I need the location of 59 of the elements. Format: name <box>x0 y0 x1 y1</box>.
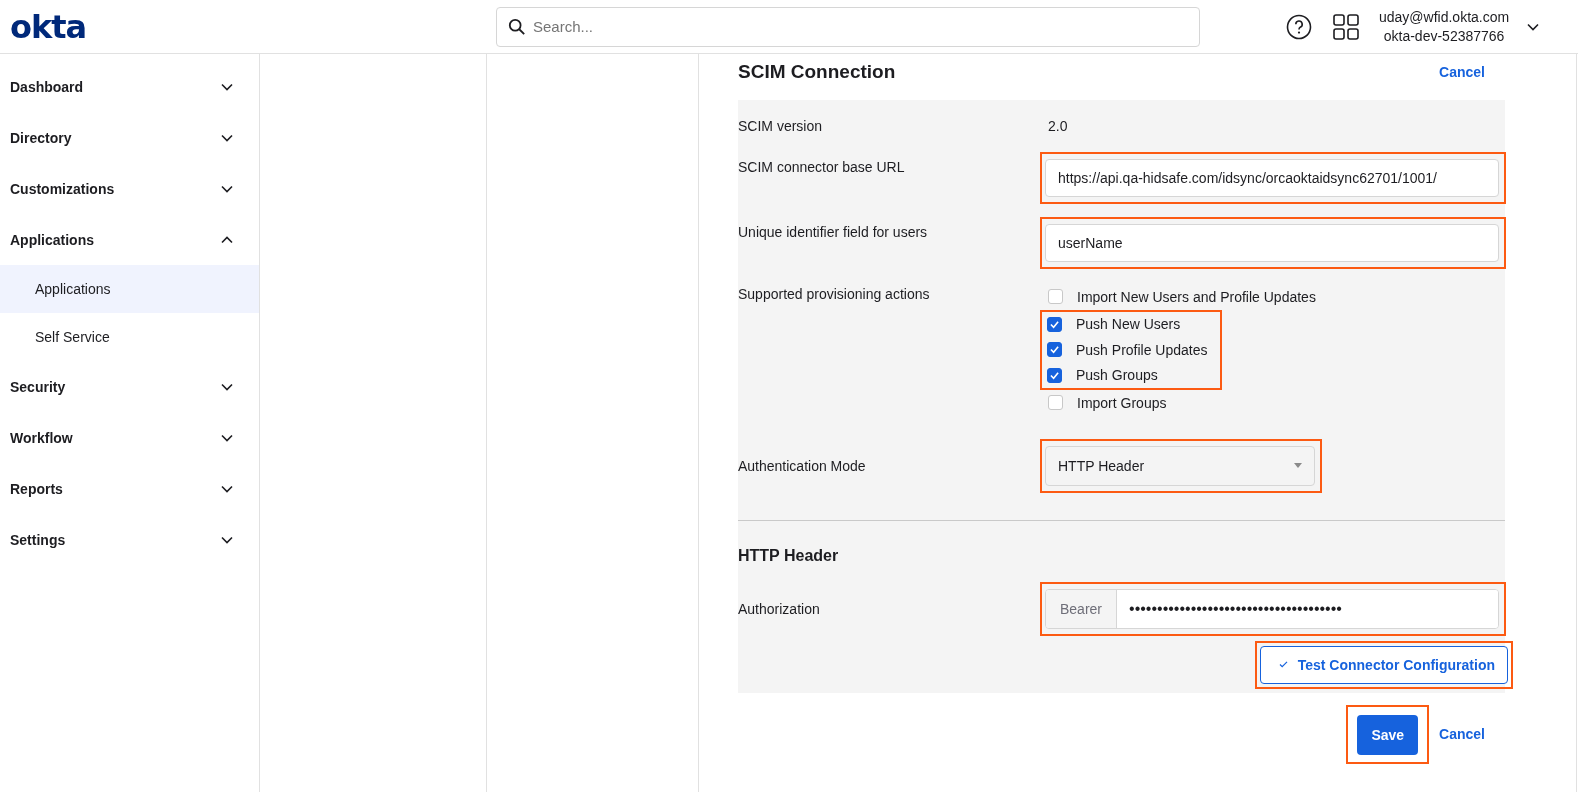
checkbox[interactable] <box>1047 316 1062 332</box>
field-label: Supported provisioning actions <box>738 285 931 302</box>
nav-item[interactable]: Directory <box>0 112 259 163</box>
check-icon <box>1049 345 1060 355</box>
section-title: SCIM Connection <box>738 61 896 83</box>
chevron-down-icon[interactable] <box>221 484 233 493</box>
check-icon <box>1049 370 1060 380</box>
field-label: SCIM version <box>738 118 824 134</box>
checkbox-option[interactable]: Import Groups <box>1048 390 1167 416</box>
field-label: Unique identifier field for users <box>738 223 929 240</box>
checkbox[interactable] <box>1047 342 1062 358</box>
chevron-down-icon[interactable] <box>221 535 233 544</box>
nav-item[interactable]: Dashboard <box>0 61 259 112</box>
checkbox-option[interactable]: Push Profile Updates <box>1047 337 1208 363</box>
chevron-down-icon[interactable] <box>1527 22 1540 31</box>
search-field[interactable]: Search... <box>496 6 1200 47</box>
checkbox-option[interactable]: Push Groups <box>1047 362 1208 388</box>
checkbox[interactable] <box>1048 395 1063 411</box>
help-icon[interactable] <box>1286 13 1312 40</box>
caret-icon <box>1294 463 1302 468</box>
nav-item[interactable]: Workflow <box>0 412 259 463</box>
nav-item[interactable]: Settings <box>0 514 259 565</box>
nav-subitem[interactable]: Applications <box>0 265 259 313</box>
field-label: Authorization <box>738 600 821 617</box>
nav-item[interactable]: Customizations <box>0 163 259 214</box>
user-email: uday@wfid.okta.com <box>1379 7 1510 27</box>
field-label: SCIM connector base URL <box>738 158 906 175</box>
chevron-down-icon[interactable] <box>221 433 233 442</box>
chevron-down-icon[interactable] <box>221 133 233 142</box>
cancel-link[interactable]: Cancel <box>1439 64 1485 80</box>
okta-logo[interactable]: okta <box>10 10 496 43</box>
search-icon <box>508 17 526 36</box>
field-value: 2.0 <box>1048 118 1068 134</box>
checkbox-option[interactable]: Import New Users and Profile Updates <box>1048 284 1316 310</box>
org-name: okta-dev-52387766 <box>1383 26 1505 46</box>
chevron-up-icon[interactable] <box>221 235 233 244</box>
nav-item[interactable]: Reports <box>0 463 259 514</box>
check-icon <box>1049 319 1060 329</box>
checkbox-option[interactable]: Push New Users <box>1047 311 1208 337</box>
apps-grid-icon[interactable] <box>1333 13 1359 40</box>
bearer-prefix: Bearer <box>1046 589 1118 628</box>
check-icon <box>1278 661 1288 668</box>
dropdown[interactable]: HTTP Header <box>1045 445 1315 486</box>
test-connector-button[interactable]: Test Connector Configuration <box>1259 645 1508 684</box>
checkbox[interactable] <box>1048 289 1063 305</box>
save-button[interactable]: Save <box>1357 714 1419 755</box>
checkbox[interactable] <box>1047 367 1062 383</box>
subsection-title: HTTP Header <box>738 545 840 566</box>
text-field[interactable]: https://api.qa-hidsafe.com/idsync/orcaoktaidsync62701/1001/ <box>1045 159 1499 197</box>
text-field[interactable]: userName <box>1045 224 1499 262</box>
chevron-down-icon[interactable] <box>221 382 233 391</box>
nav-item[interactable]: Applications <box>0 214 259 265</box>
nav-subitem[interactable]: Self Service <box>0 313 259 361</box>
field-label: Authentication Mode <box>738 457 867 474</box>
chevron-down-icon[interactable] <box>221 184 233 193</box>
chevron-down-icon[interactable] <box>221 82 233 91</box>
cancel-link[interactable]: Cancel <box>1439 726 1485 742</box>
bearer-field[interactable]: Bearer •••••••••••••••••••••••••••••••••••••• <box>1045 588 1499 629</box>
nav-item[interactable]: Security <box>0 361 259 412</box>
